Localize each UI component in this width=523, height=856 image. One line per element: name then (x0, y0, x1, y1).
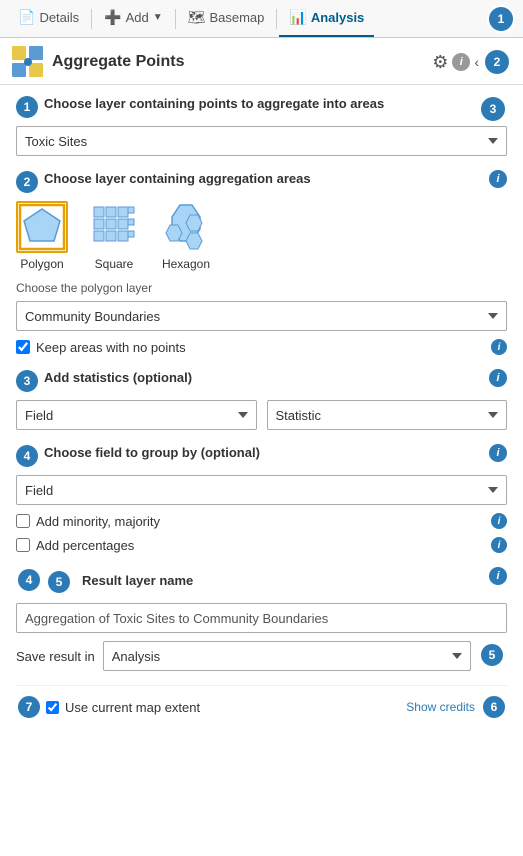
percentages-checkbox[interactable] (16, 538, 30, 552)
settings-button[interactable]: ⚙ (432, 52, 448, 73)
basemap-icon: 🗺 (188, 9, 206, 26)
use-extent-checkbox[interactable] (46, 701, 59, 714)
result-layer-name-input[interactable] (16, 603, 507, 633)
page-wrapper: 📄 Details ➕ Add ▼ 🗺 Basemap 📊 Analysis 1 (0, 0, 523, 730)
step1-layer-dropdown-wrapper: Toxic Sites (16, 126, 507, 156)
nav-details[interactable]: 📄 Details (8, 0, 89, 37)
step2-layer-dropdown-wrapper: Community Boundaries (16, 301, 507, 331)
step2-info-button[interactable]: i (489, 170, 507, 188)
step3-info-button[interactable]: i (489, 369, 507, 387)
percentages-info-button[interactable]: i (491, 537, 507, 553)
step3-field-dropdown[interactable]: Field (16, 400, 257, 430)
percentages-row: Add percentages i (16, 537, 507, 553)
step2-title: Choose layer containing aggregation area… (44, 170, 483, 188)
nav-add-dropdown-arrow: ▼ (153, 12, 163, 23)
add-icon: ➕ (104, 9, 121, 26)
main-content: 1 Choose layer containing points to aggr… (0, 85, 523, 730)
step3-dropdowns: Field Statistic (16, 400, 507, 430)
shape-square[interactable]: Square (88, 201, 140, 271)
callout-1: 1 (487, 5, 515, 33)
callout-4: 4 (16, 567, 42, 593)
details-icon: 📄 (18, 9, 35, 26)
square-label: Square (95, 257, 134, 271)
callout-7: 7 (16, 694, 42, 720)
save-result-dropdown[interactable]: Analysis (103, 641, 471, 671)
step4-circle: 4 (16, 445, 38, 467)
minority-info-button[interactable]: i (491, 513, 507, 529)
bottom-row: 7 Use current map extent Show credits 6 (16, 685, 507, 720)
save-result-dropdown-wrapper: Analysis (103, 641, 471, 671)
keep-areas-label: Keep areas with no points (36, 340, 186, 355)
minority-row: Add minority, majority i (16, 513, 507, 529)
nav-analysis[interactable]: 📊 Analysis (279, 0, 374, 37)
use-extent-label: Use current map extent (65, 700, 200, 715)
step3-statistic-wrapper: Statistic (267, 400, 508, 430)
shape-polygon[interactable]: Polygon (16, 201, 68, 271)
percentages-label: Add percentages (36, 538, 134, 553)
step3-field-wrapper: Field (16, 400, 257, 430)
step3-statistic-dropdown[interactable]: Statistic (267, 400, 508, 430)
keep-areas-checkbox[interactable] (16, 340, 30, 354)
page-title: Aggregate Points (52, 53, 184, 71)
nav-basemap[interactable]: 🗺 Basemap (178, 0, 275, 37)
step4-info-button[interactable]: i (489, 444, 507, 462)
step5-title: Result layer name (82, 572, 193, 590)
nav-separator-1 (91, 9, 92, 29)
step3-section: 3 Add statistics (optional) i Field Stat… (16, 369, 507, 430)
polygon-icon (16, 201, 68, 253)
nav-basemap-label: Basemap (209, 10, 264, 25)
square-icon (88, 201, 140, 253)
header-info-button[interactable]: i (452, 53, 470, 71)
minority-checkbox[interactable] (16, 514, 30, 528)
analysis-icon: 📊 (289, 9, 306, 26)
save-result-row: Save result in Analysis 5 (16, 641, 507, 671)
shape-hexagon[interactable]: Hexagon (160, 201, 212, 271)
step3-title: Add statistics (optional) (44, 369, 483, 387)
keep-areas-info-button[interactable]: i (491, 339, 507, 355)
hexagon-label: Hexagon (162, 257, 210, 271)
shape-options: Polygon (16, 201, 507, 271)
step1-layer-dropdown[interactable]: Toxic Sites (16, 126, 507, 156)
step5-info-button[interactable]: i (489, 567, 507, 585)
nav-add[interactable]: ➕ Add ▼ (94, 0, 172, 37)
save-result-label: Save result in (16, 649, 95, 664)
step5-section: 4 5 Result layer name i Save result in A… (16, 567, 507, 671)
aggregate-points-icon (12, 46, 44, 78)
step1-title: Choose layer containing points to aggreg… (44, 95, 475, 113)
nav-add-label: Add (126, 10, 149, 25)
step2-layer-dropdown[interactable]: Community Boundaries (16, 301, 507, 331)
keep-areas-row: Keep areas with no points i (16, 339, 507, 355)
callout-6: 6 (481, 694, 507, 720)
polygon-sublabel: Choose the polygon layer (16, 281, 507, 295)
nav-separator-2 (175, 9, 176, 29)
nav-details-label: Details (39, 10, 79, 25)
step2-circle: 2 (16, 171, 38, 193)
callout-2: 2 (483, 48, 511, 76)
step2-section: 2 Choose layer containing aggregation ar… (16, 170, 507, 355)
step3-circle: 3 (16, 370, 38, 392)
step1-circle: 1 (16, 96, 38, 118)
step4-title: Choose field to group by (optional) (44, 444, 483, 462)
callout-5: 5 (479, 642, 505, 668)
step4-field-wrapper: Field (16, 475, 507, 505)
nav-separator-3 (276, 9, 277, 29)
use-extent-row: Use current map extent (46, 700, 200, 715)
hexagon-icon (160, 201, 212, 253)
back-button[interactable]: ‹ (474, 54, 479, 70)
nav-analysis-label: Analysis (311, 10, 364, 25)
minority-label: Add minority, majority (36, 514, 160, 529)
polygon-label: Polygon (20, 257, 63, 271)
step4-section: 4 Choose field to group by (optional) i … (16, 444, 507, 553)
show-credits-link[interactable]: Show credits (406, 700, 475, 714)
step4-field-dropdown[interactable]: Field (16, 475, 507, 505)
top-nav: 📄 Details ➕ Add ▼ 🗺 Basemap 📊 Analysis 1 (0, 0, 523, 38)
step5-circle: 5 (48, 571, 70, 593)
header-left: Aggregate Points (12, 46, 184, 78)
callout-3: 3 (479, 95, 507, 123)
step1-section: 1 Choose layer containing points to aggr… (16, 95, 507, 156)
